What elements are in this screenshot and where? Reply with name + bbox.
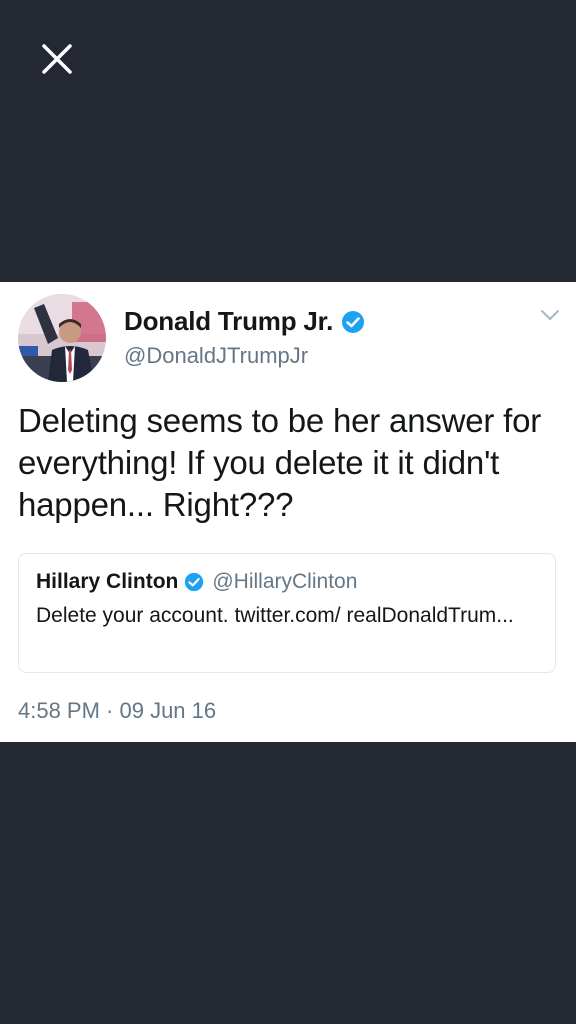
tweet-viewer-screen: Donald Trump Jr. @DonaldJTrumpJr Deletin… (0, 0, 576, 1024)
quoted-tweet[interactable]: Hillary Clinton @HillaryClinton Delete y… (18, 553, 556, 673)
tweet-author[interactable]: Donald Trump Jr. @DonaldJTrumpJr (124, 306, 365, 369)
quoted-tweet-text: Delete your account. twitter.com/ realDo… (36, 604, 514, 627)
close-button[interactable] (34, 36, 80, 82)
close-icon (42, 44, 72, 74)
tweet-text: Deleting seems to be her answer for ever… (18, 402, 542, 523)
tweet-timestamp[interactable]: 4:58 PM · 09 Jun 16 (18, 698, 216, 724)
author-name-row: Donald Trump Jr. (124, 306, 365, 337)
quoted-author-name: Hillary Clinton (36, 570, 179, 593)
tweet-card: Donald Trump Jr. @DonaldJTrumpJr Deletin… (0, 282, 576, 742)
avatar[interactable] (18, 294, 106, 382)
author-name: Donald Trump Jr. (124, 306, 334, 336)
verified-badge-icon (342, 310, 365, 333)
quoted-tweet-header: Hillary Clinton @HillaryClinton (36, 570, 357, 594)
verified-badge-icon (185, 572, 204, 592)
author-handle: @DonaldJTrumpJr (124, 343, 309, 368)
quoted-author-handle: @HillaryClinton (212, 570, 358, 593)
tweet-menu-button[interactable] (540, 308, 560, 322)
chevron-down-icon (541, 310, 559, 320)
